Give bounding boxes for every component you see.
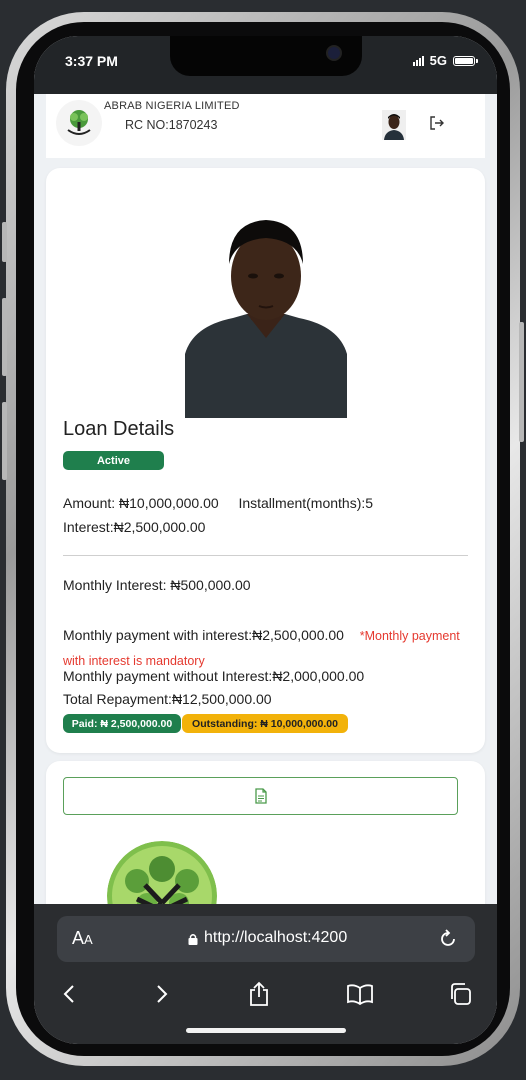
company-name: ABRAB NIGERIA LIMITED [104, 100, 240, 112]
front-camera-icon [326, 45, 342, 61]
status-time: 3:37 PM [65, 53, 118, 69]
text-size-small: A [84, 932, 93, 947]
outstanding-badge: Outstanding: ₦ 10,000,000.00 [182, 714, 348, 733]
share-button[interactable] [243, 978, 275, 1010]
loan-amount: Amount: ₦10,000,000.00 [63, 495, 219, 511]
total-repayment: Total Repayment:₦12,500,000.00 [63, 691, 272, 707]
tabs-icon [451, 983, 471, 1005]
app-header: ABRAB NIGERIA LIMITED RC NO:1870243 [46, 94, 485, 158]
company-logo [56, 100, 102, 146]
documents-card [46, 761, 485, 904]
status-indicators: 5G [412, 53, 478, 68]
bookmarks-button[interactable] [344, 978, 376, 1010]
logout-icon[interactable] [428, 114, 446, 132]
loan-installment: Installment(months):5 [238, 495, 374, 511]
paid-badge: Paid: ₦ 2,500,000.00 [63, 714, 181, 733]
volume-up-button [2, 298, 7, 376]
home-indicator [186, 1028, 346, 1033]
amount-row: Amount: ₦10,000,000.00 Installment(month… [63, 495, 373, 511]
power-button [519, 322, 524, 442]
book-icon [347, 984, 373, 1005]
url-text: http://localhost:4200 [204, 929, 348, 946]
monthly-payment-without-interest: Monthly payment without Interest:₦2,000,… [63, 668, 365, 684]
status-badge: Active [63, 451, 164, 470]
battery-icon [453, 55, 478, 66]
browser-toolbar: AA http://localhost:4200 [34, 904, 497, 1044]
phone-screen: 3:37 PM 5G ABRAB NIGERIA LIMITED RC NO:1… [34, 36, 497, 1044]
money-tree-logo [107, 841, 217, 904]
volume-down-button [2, 402, 7, 480]
loan-details-card: Loan Details Active Amount: ₦10,000,000.… [46, 168, 485, 753]
dynamic-island [170, 36, 362, 76]
address-bar[interactable]: AA http://localhost:4200 [57, 916, 475, 962]
divider [63, 555, 468, 556]
share-icon [250, 981, 268, 1006]
chevron-right-icon [157, 985, 168, 1003]
page-content: ABRAB NIGERIA LIMITED RC NO:1870243 Loan… [34, 94, 497, 904]
chevron-left-icon [63, 985, 74, 1003]
page-title: Loan Details [63, 418, 175, 440]
forward-button[interactable] [146, 978, 178, 1010]
back-button[interactable] [53, 978, 85, 1010]
user-avatar[interactable] [382, 110, 406, 140]
silent-switch [2, 222, 7, 262]
view-document-button[interactable] [63, 777, 458, 815]
loan-interest: Interest:₦2,500,000.00 [63, 519, 206, 535]
monthly-payment-with-interest: Monthly payment with interest:₦2,500,000… [63, 627, 344, 643]
tabs-button[interactable] [444, 978, 476, 1010]
browser-nav-row [34, 978, 497, 1014]
network-type: 5G [429, 53, 447, 68]
signal-icon [412, 55, 424, 66]
reload-icon[interactable] [437, 928, 459, 950]
lock-icon [188, 934, 198, 945]
status-bar: 3:37 PM 5G [34, 36, 497, 94]
monthly-payment-with-interest-row: Monthly payment with interest:₦2,500,000… [63, 623, 463, 673]
document-icon [254, 788, 267, 804]
text-size-button[interactable]: AA [72, 928, 93, 949]
rc-number: RC NO:1870243 [125, 118, 218, 132]
text-size-large: A [72, 928, 85, 948]
monthly-interest: Monthly Interest: ₦500,000.00 [63, 577, 251, 593]
borrower-photo [185, 214, 347, 418]
